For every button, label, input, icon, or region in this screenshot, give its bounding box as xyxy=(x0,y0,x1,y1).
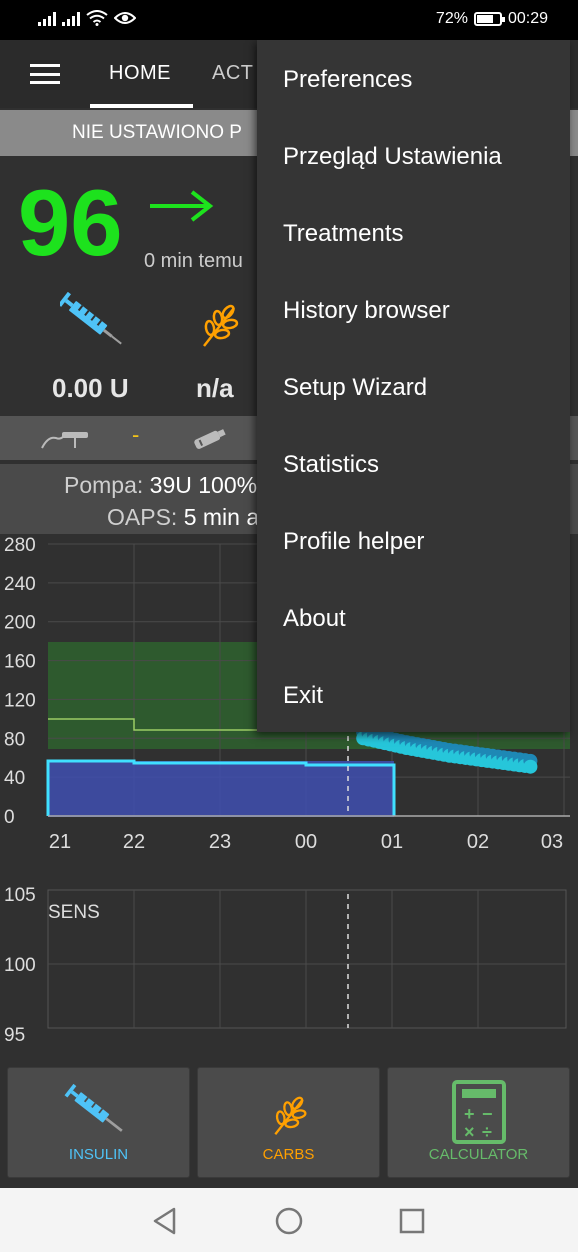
x-tick-label: 22 xyxy=(123,831,145,853)
pump-label: Pompa: xyxy=(64,472,144,498)
wheat-icon xyxy=(273,1096,307,1135)
signal-icon-2 xyxy=(62,10,80,26)
sens-y-ticks: 105 100 95 xyxy=(4,885,36,1046)
signal-icon xyxy=(38,10,56,26)
menu-item-preferences[interactable]: Preferences xyxy=(283,66,412,94)
basal-area xyxy=(48,761,394,817)
battery-icon xyxy=(473,12,505,26)
y-tick-label: 120 xyxy=(4,690,36,711)
calculator-button[interactable]: + − × ÷ CALCULATOR xyxy=(387,1067,570,1178)
canula-icon xyxy=(41,432,88,449)
x-tick-label: 00 xyxy=(295,831,317,853)
y-tick-label: 160 xyxy=(4,652,36,673)
tab-home[interactable]: HOME xyxy=(109,62,171,85)
menu-item-profile-helper[interactable]: Profile helper xyxy=(283,528,424,556)
calculator-icon: + − × ÷ xyxy=(451,1080,506,1144)
back-icon[interactable] xyxy=(152,1207,178,1235)
menu-item-exit[interactable]: Exit xyxy=(283,682,323,710)
x-tick-label: 03 xyxy=(541,831,563,853)
sens-chart[interactable]: 105 100 95 SENS xyxy=(0,876,578,1046)
carbs-button-label: CARBS xyxy=(262,1146,315,1163)
y-tick-label: 200 xyxy=(4,613,36,634)
battery-percent: 72% xyxy=(435,10,468,27)
navigation-bar xyxy=(0,1188,578,1252)
bg-value: 96 xyxy=(18,170,123,275)
menu-item-history-browser[interactable]: History browser xyxy=(283,297,450,325)
cob-value: n/a xyxy=(196,373,234,403)
active-tab-indicator xyxy=(90,104,193,108)
wifi-icon xyxy=(86,10,108,26)
x-tick-label: 02 xyxy=(467,831,489,853)
wheat-icon[interactable] xyxy=(196,302,242,350)
svg-text:+: + xyxy=(464,1104,475,1124)
svg-text:×: × xyxy=(464,1122,475,1142)
y-tick-label: 80 xyxy=(4,729,25,750)
sens-title: SENS xyxy=(48,902,100,923)
svg-text:−: − xyxy=(482,1104,493,1124)
menu-item-settings-overview[interactable]: Przegląd Ustawienia xyxy=(283,143,502,171)
insulin-button[interactable]: INSULIN xyxy=(7,1067,190,1178)
menu-item-statistics[interactable]: Statistics xyxy=(283,451,379,479)
x-tick-label: 23 xyxy=(209,831,231,853)
clock: 00:29 xyxy=(507,10,548,27)
overflow-menu: Preferences Przegląd Ustawienia Treatmen… xyxy=(257,40,570,732)
flat-arrow-icon xyxy=(150,190,214,222)
oaps-label: OAPS: xyxy=(107,504,178,530)
y-axis-ticks: 280 240 200 160 120 80 40 0 xyxy=(4,535,36,828)
prediction-point xyxy=(523,759,538,774)
svg-text:÷: ÷ xyxy=(482,1122,492,1142)
status-icons xyxy=(38,10,136,26)
calculator-button-label: CALCULATOR xyxy=(428,1146,529,1163)
app-root: 72% 00:29 HOME ACT NIE USTAWIONO P 96 0 … xyxy=(0,0,578,1252)
battery-level xyxy=(476,15,493,23)
x-axis-ticks: 21 22 23 00 01 02 03 xyxy=(49,831,563,853)
sens-y-tick-label: 95 xyxy=(4,1025,25,1046)
y-tick-label: 280 xyxy=(4,535,36,556)
tab-actions[interactable]: ACT xyxy=(212,62,254,85)
profile-label: NIE USTAWIONO P xyxy=(72,122,242,143)
syringe-icon[interactable] xyxy=(60,292,132,356)
menu-item-about[interactable]: About xyxy=(283,605,346,633)
canula-age: - xyxy=(132,422,140,447)
iob-value: 0.00 U xyxy=(52,373,129,403)
pump-value: 39U 100% xyxy=(149,472,258,498)
eye-icon xyxy=(114,12,136,24)
menu-item-treatments[interactable]: Treatments xyxy=(283,220,403,248)
carbs-button[interactable]: CARBS xyxy=(197,1067,380,1178)
syringe-icon xyxy=(64,1084,123,1132)
sens-plot-area xyxy=(47,889,567,1029)
y-tick-label: 240 xyxy=(4,574,36,595)
recents-icon[interactable] xyxy=(399,1208,425,1234)
pump-status: Pompa: 39U 100% xyxy=(64,472,257,499)
sens-y-tick-label: 100 xyxy=(4,955,36,976)
y-tick-label: 40 xyxy=(4,768,25,789)
home-icon[interactable] xyxy=(275,1207,303,1235)
status-right: 72% 00:29 xyxy=(436,10,548,28)
insulin-pen-icon xyxy=(194,429,226,449)
bg-time-ago: 0 min temu xyxy=(144,250,243,272)
y-tick-label: 0 xyxy=(4,807,15,828)
menu-item-setup-wizard[interactable]: Setup Wizard xyxy=(283,374,427,402)
x-tick-label: 21 xyxy=(49,831,71,853)
menu-icon[interactable] xyxy=(30,64,60,84)
status-bar: 72% 00:29 xyxy=(0,0,578,40)
sens-y-tick-label: 105 xyxy=(4,885,36,906)
x-tick-label: 01 xyxy=(381,831,403,853)
insulin-button-label: INSULIN xyxy=(68,1146,129,1163)
